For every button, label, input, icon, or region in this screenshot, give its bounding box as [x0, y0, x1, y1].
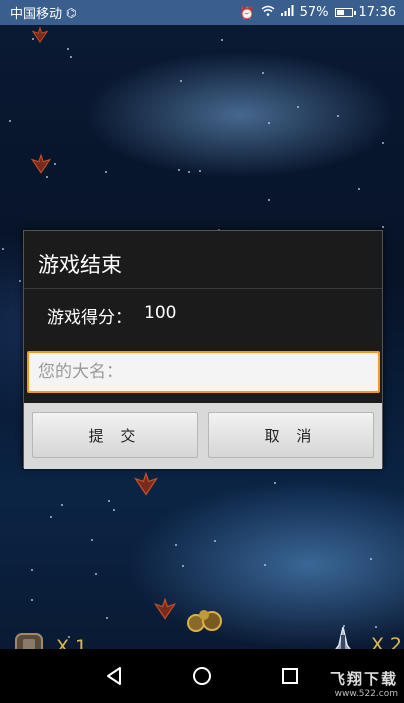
carrier-name: 中国移动 — [10, 7, 63, 22]
star — [262, 72, 264, 74]
star — [370, 558, 372, 560]
submit-button[interactable]: 提 交 — [32, 412, 198, 458]
home-button[interactable] — [188, 662, 216, 690]
star — [264, 564, 266, 566]
star — [180, 80, 182, 82]
lives-counter: X 2 — [325, 625, 402, 649]
star — [67, 48, 69, 50]
game-area[interactable]: X 1 X 2 游戏结束 游戏得分： 100 提 交 取 消 — [0, 25, 404, 649]
star — [199, 170, 201, 172]
star — [113, 509, 115, 511]
bomb-count: X 1 — [56, 636, 88, 649]
battery-fill — [336, 10, 344, 15]
star — [31, 599, 33, 601]
wifi-icon — [261, 5, 275, 20]
player-plane-icon — [335, 626, 351, 649]
recents-icon — [282, 668, 298, 684]
star — [50, 516, 52, 518]
star — [61, 504, 63, 506]
game-over-dialog: 游戏结束 游戏得分： 100 提 交 取 消 — [23, 230, 383, 469]
star — [337, 115, 339, 117]
score-row: 游戏得分： 100 — [47, 303, 176, 328]
star — [106, 617, 108, 619]
star — [297, 106, 299, 108]
enemy-plane-icon — [134, 471, 158, 496]
star — [95, 573, 97, 575]
star — [175, 544, 177, 546]
star — [2, 248, 4, 250]
star — [54, 163, 56, 165]
star — [108, 500, 110, 502]
score-value: 100 — [144, 303, 177, 323]
enemy-plane-icon — [30, 153, 52, 174]
star — [268, 199, 270, 201]
star — [31, 569, 33, 571]
battery-icon — [334, 8, 356, 17]
star — [358, 188, 360, 190]
star — [188, 171, 190, 173]
back-button[interactable] — [100, 662, 128, 690]
score-label: 游戏得分： — [47, 308, 132, 328]
dialog-button-bar: 提 交 取 消 — [24, 403, 382, 469]
star — [382, 142, 384, 144]
star — [268, 122, 270, 124]
navigation-bar: 飞翔下载 www.522.com — [0, 649, 404, 703]
enemy-plane-icon — [153, 597, 177, 620]
name-input[interactable] — [27, 351, 380, 393]
watermark: 飞翔下载 www.522.com — [330, 668, 398, 699]
star — [9, 120, 11, 122]
star — [19, 280, 21, 282]
watermark-url: www.522.com — [334, 689, 398, 699]
star — [221, 39, 223, 41]
star — [105, 171, 107, 173]
star — [70, 56, 72, 58]
dialog-title: 游戏结束 — [38, 253, 122, 277]
signal-icon — [280, 5, 294, 20]
lives-count: X 2 — [370, 634, 402, 649]
home-icon — [193, 667, 211, 685]
bomb-icon[interactable] — [12, 630, 46, 649]
alarm-icon: ⏰ — [239, 5, 255, 20]
back-icon — [107, 667, 121, 685]
star — [274, 482, 276, 484]
star — [91, 539, 93, 541]
recents-button[interactable] — [276, 662, 304, 690]
watermark-title: 飞翔下载 — [329, 670, 398, 688]
status-bar: 中国移动 ⌬ ⏰ 57% 17:36 — [0, 0, 404, 25]
clock: 17:36 — [358, 5, 396, 20]
dialog-divider — [24, 288, 382, 289]
battery-percent: 57% — [299, 5, 329, 20]
enemy-plane-icon — [31, 26, 49, 44]
star — [214, 540, 216, 542]
star — [46, 176, 48, 178]
star — [182, 565, 184, 567]
explosion-icon — [187, 610, 222, 632]
cancel-button[interactable]: 取 消 — [208, 412, 374, 458]
bomb-counter: X 1 — [12, 630, 87, 649]
star — [382, 226, 384, 228]
data-icon: ⌬ — [66, 5, 77, 20]
star — [178, 169, 180, 171]
